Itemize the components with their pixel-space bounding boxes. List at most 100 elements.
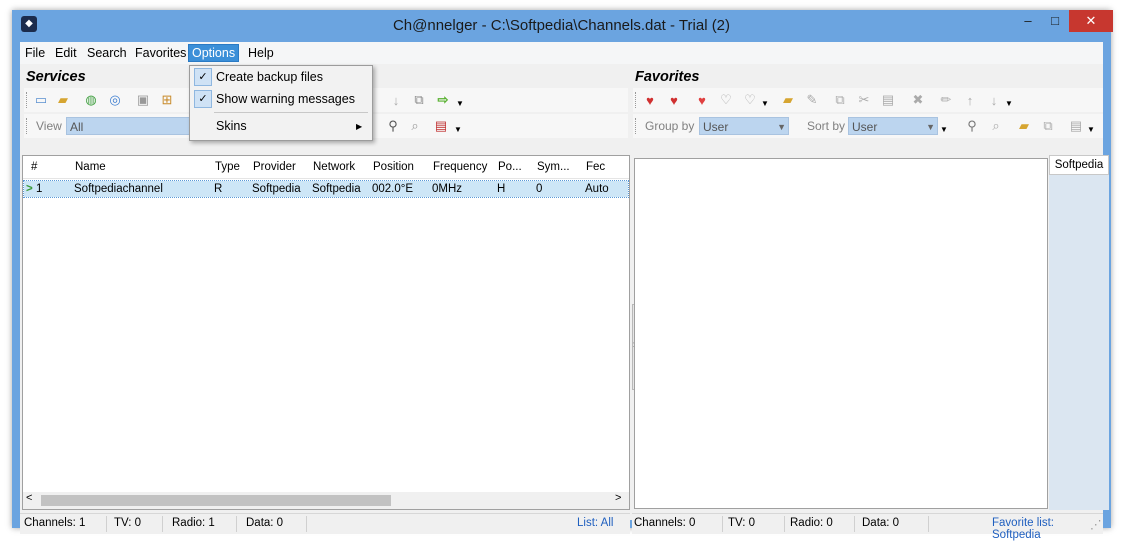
status-favorite-list-link[interactable]: Favorite list: Softpedia	[992, 517, 1103, 541]
menu-item-show-warnings[interactable]: ✓ Show warning messages	[190, 89, 372, 110]
favorites-list[interactable]	[634, 158, 1048, 509]
group-by-label: Group by	[645, 119, 695, 133]
options-dropdown-menu: ✓ Create backup files ✓ Show warning mes…	[189, 65, 373, 141]
app-window: ◆ Ch@nnelger - C:\Softpedia\Channels.dat…	[12, 10, 1113, 541]
cell-frequency: 0MHz	[432, 183, 463, 195]
check-icon: ✓	[194, 68, 212, 86]
column-header-index[interactable]: #	[31, 156, 61, 178]
column-header-position[interactable]: Position	[373, 156, 431, 178]
services-list[interactable]: # Name Type Provider Network Position Fr…	[22, 155, 630, 510]
chevron-down-icon[interactable]: ▼	[1005, 99, 1013, 108]
paste-icon[interactable]: ▤	[879, 91, 897, 109]
column-header-symbol-rate[interactable]: Sym...	[537, 156, 583, 178]
favorite-heart-icon[interactable]: ♥	[693, 91, 711, 109]
status-list-link[interactable]: List: All	[577, 517, 613, 529]
column-header-polarization[interactable]: Po...	[498, 156, 534, 178]
status-divider	[854, 516, 855, 532]
menu-item-label: Skins	[216, 119, 247, 133]
view-select[interactable]: All	[66, 117, 191, 135]
edit-favorite-icon[interactable]: ✎	[803, 91, 821, 109]
status-divider	[784, 516, 785, 532]
menu-options[interactable]: Options	[187, 44, 240, 62]
new-folder-icon[interactable]: ▰	[779, 91, 797, 109]
menu-help-label: Help	[248, 46, 274, 60]
rename-icon[interactable]: ✏	[937, 91, 955, 109]
cell-type: R	[214, 183, 223, 195]
copy-favorite-icon[interactable]: ⧉	[831, 91, 849, 109]
scroll-left-button[interactable]: <	[26, 492, 32, 504]
move-down-icon[interactable]: ↓	[985, 91, 1003, 109]
export-icon[interactable]: ⊞	[158, 91, 176, 109]
status-data: Data: 0	[246, 517, 284, 529]
new-file-icon[interactable]: ▭	[32, 91, 50, 109]
group-by-select[interactable]: User ▼	[699, 117, 789, 135]
horizontal-scrollbar[interactable]: < >	[23, 492, 629, 509]
chevron-down-icon[interactable]: ▼	[761, 99, 769, 108]
close-button[interactable]: ✕	[1069, 10, 1113, 32]
move-down-icon[interactable]: ↓	[387, 91, 405, 109]
menu-item-create-backup[interactable]: ✓ Create backup files	[190, 67, 372, 88]
favorites-tab-softpedia[interactable]: Softpedia	[1049, 155, 1109, 175]
folder-favorite-icon[interactable]: ▰	[1015, 117, 1033, 135]
toolbar-grip[interactable]	[635, 118, 638, 134]
cut-icon[interactable]: ✂	[855, 91, 873, 109]
chevron-down-icon[interactable]: ▼	[454, 125, 462, 134]
menu-options-label: Options	[192, 46, 236, 60]
add-favorite-icon[interactable]: ♥	[641, 91, 659, 109]
title-bar: ◆ Ch@nnelger - C:\Softpedia\Channels.dat…	[12, 10, 1113, 42]
binoculars-icon[interactable]: ⚲	[963, 117, 981, 135]
table-row[interactable]: > 1 Softpediachannel R Softpedia Softped…	[23, 180, 629, 198]
save-icon[interactable]: ▣	[134, 91, 152, 109]
menu-item-skins[interactable]: Skins ▶	[190, 116, 372, 137]
delete-icon[interactable]: ✖	[909, 91, 927, 109]
menu-edit[interactable]: Edit	[52, 45, 80, 61]
menu-file[interactable]: File	[22, 45, 48, 61]
chevron-down-icon[interactable]: ▼	[456, 99, 464, 108]
menu-search[interactable]: Search	[84, 45, 130, 61]
find-icon[interactable]: ⌕	[406, 117, 424, 135]
maximize-button[interactable]: □	[1042, 10, 1068, 32]
chevron-down-icon[interactable]: ▼	[940, 125, 948, 134]
favorites-status-bar: Channels: 0 TV: 0 Radio: 0 Data: 0 Favor…	[632, 513, 1103, 541]
menu-help[interactable]: Help	[245, 45, 277, 61]
toolbar-grip[interactable]	[26, 92, 29, 108]
scroll-thumb[interactable]	[41, 495, 391, 506]
favorite-grey-icon[interactable]: ♡	[717, 91, 735, 109]
open-folder-icon[interactable]: ▰	[54, 91, 72, 109]
cell-polarization: H	[497, 183, 506, 195]
favorite-grey2-icon[interactable]: ♡	[741, 91, 759, 109]
view-value: All	[70, 120, 84, 134]
find-icon[interactable]: ⌕	[987, 117, 1005, 135]
column-header-fec[interactable]: Fec	[586, 156, 626, 178]
toolbar-grip[interactable]	[635, 92, 638, 108]
minimize-button[interactable]: –	[1015, 10, 1041, 32]
copy-icon[interactable]: ⧉	[410, 91, 428, 109]
copy-list-icon[interactable]: ⧉	[1039, 117, 1057, 135]
document-icon[interactable]: ▤	[432, 117, 450, 135]
submenu-arrow-icon: ▶	[356, 122, 363, 131]
globe-upload-icon[interactable]: ◎	[106, 91, 124, 109]
column-header-network[interactable]: Network	[313, 156, 371, 178]
document-icon[interactable]: ▤	[1067, 117, 1085, 135]
binoculars-icon[interactable]: ⚲	[384, 117, 402, 135]
scroll-right-button[interactable]: >	[615, 492, 621, 504]
column-header-name[interactable]: Name	[75, 156, 205, 178]
services-status-bar: Channels: 1 TV: 0 Radio: 1 Data: 0 List:…	[20, 513, 630, 534]
chevron-down-icon[interactable]: ▼	[1087, 125, 1095, 134]
menu-separator	[214, 112, 368, 113]
menu-favorites[interactable]: Favorites	[132, 45, 189, 61]
column-header-type[interactable]: Type	[215, 156, 251, 178]
menu-item-label: Create backup files	[216, 70, 324, 84]
resize-grip-icon[interactable]: ⋰	[1090, 517, 1102, 531]
globe-download-icon[interactable]: ◍	[82, 91, 100, 109]
column-header-provider[interactable]: Provider	[253, 156, 311, 178]
move-right-icon[interactable]: ⇨	[434, 91, 452, 109]
remove-favorite-icon[interactable]: ♥	[665, 91, 683, 109]
move-up-icon[interactable]: ↑	[961, 91, 979, 109]
window-title: Ch@nnelger - C:\Softpedia\Channels.dat -…	[392, 17, 731, 34]
toolbar-grip[interactable]	[26, 118, 29, 134]
sort-by-select[interactable]: User ▼	[848, 117, 938, 135]
group-by-value: User	[703, 120, 729, 134]
column-header-frequency[interactable]: Frequency	[433, 156, 496, 178]
favorites-filter-bar: Group by User ▼ Sort by User ▼ ▼ ⚲ ⌕ ▰ ⧉ ▤…	[633, 114, 1103, 138]
